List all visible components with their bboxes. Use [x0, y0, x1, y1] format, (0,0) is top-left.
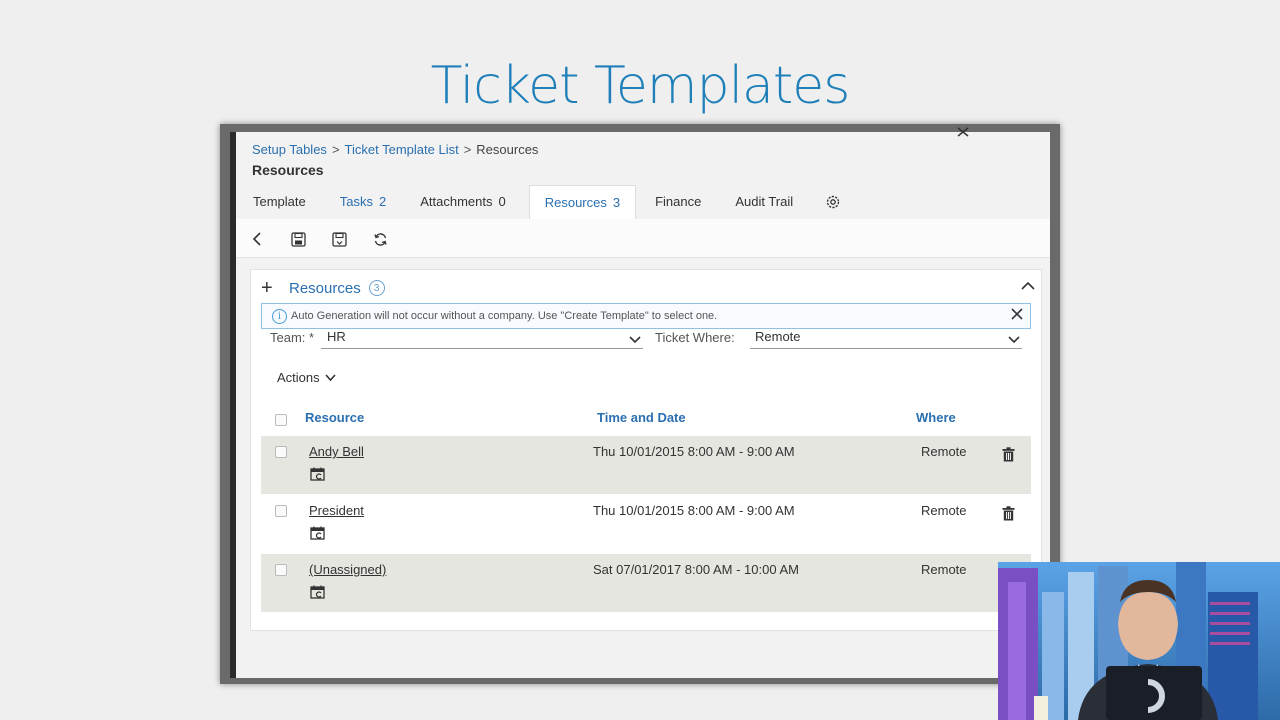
row-checkbox[interactable]	[275, 564, 287, 576]
breadcrumb-current: Resources	[476, 142, 539, 157]
panel-title: Resources	[289, 279, 361, 297]
tab-finance[interactable]: Finance	[644, 185, 712, 219]
chevron-down-icon	[325, 370, 336, 385]
count-badge: 3	[368, 280, 385, 296]
refresh-icon[interactable]	[369, 229, 391, 249]
breadcrumb: Setup Tables > Ticket Template List > Resour…	[252, 142, 538, 157]
tab-tasks[interactable]: Tasks 2	[329, 185, 397, 219]
trash-icon[interactable]	[1002, 447, 1015, 467]
tab-label: Template	[253, 194, 306, 209]
trash-icon[interactable]	[1002, 506, 1015, 526]
calendar-icon[interactable]	[310, 585, 325, 604]
save-icon[interactable]	[287, 229, 309, 249]
close-icon[interactable]	[1010, 307, 1024, 326]
info-banner: i Auto Generation will not occur without…	[261, 303, 1031, 329]
team-select[interactable]: HR	[321, 328, 643, 349]
table-row: (Unassigned) Sat 07/01/2017 8:00 AM - 10…	[261, 554, 1031, 612]
info-text: Auto Generation will not occur without a…	[291, 310, 718, 322]
app-window: Setup Tables > Ticket Template List > Resour…	[230, 132, 1050, 678]
breadcrumb-separator: >	[463, 142, 472, 157]
row-time: Thu 10/01/2015 8:00 AM - 9:00 AM	[593, 503, 795, 518]
tab-label: Tasks	[339, 194, 373, 209]
team-label: Team: *	[270, 330, 315, 345]
chevron-up-icon[interactable]	[1021, 278, 1035, 296]
tab-label: Attachments	[420, 194, 493, 209]
chevron-down-icon	[629, 332, 641, 347]
tab-count: 2	[378, 194, 387, 209]
gear-icon[interactable]	[816, 185, 850, 219]
actions-dropdown[interactable]: Actions	[277, 370, 336, 385]
save-as-icon[interactable]	[328, 229, 350, 249]
row-time: Sat 07/01/2017 8:00 AM - 10:00 AM	[593, 562, 799, 577]
back-arrow-icon[interactable]	[246, 229, 268, 249]
row-where: Remote	[921, 562, 967, 577]
calendar-icon[interactable]	[310, 467, 325, 486]
chevron-down-icon	[1008, 332, 1020, 347]
column-header-where[interactable]: Where	[916, 410, 956, 425]
tab-resources[interactable]: Resources 3	[528, 185, 637, 220]
resource-link[interactable]: (Unassigned)	[309, 562, 386, 577]
panel-header: + Resources 3	[261, 276, 385, 300]
tab-template[interactable]: Template	[242, 185, 317, 219]
info-icon: i	[272, 308, 287, 324]
ticket-where-value: Remote	[755, 329, 801, 344]
ticket-where-select[interactable]: Remote	[750, 328, 1022, 349]
tab-count: 0	[498, 194, 506, 209]
select-all-checkbox[interactable]	[275, 414, 287, 426]
tab-count: 3	[612, 195, 621, 210]
row-time: Thu 10/01/2015 8:00 AM - 9:00 AM	[593, 444, 795, 459]
row-where: Remote	[921, 444, 967, 459]
ticket-where-label: Ticket Where:	[655, 330, 735, 345]
resource-link[interactable]: Andy Bell	[309, 444, 364, 459]
column-header-resource[interactable]: Resource	[305, 410, 364, 425]
breadcrumb-ticket-template-list[interactable]: Ticket Template List	[345, 142, 459, 157]
tab-attachments[interactable]: Attachments 0	[409, 185, 517, 219]
slide-title: Ticket Templates	[430, 56, 851, 116]
team-select-value: HR	[327, 329, 346, 344]
tab-label: Resources	[544, 195, 607, 210]
table-row: President Thu 10/01/2015 8:00 AM - 9:00 …	[261, 495, 1031, 553]
plus-icon[interactable]: +	[261, 278, 279, 298]
close-icon[interactable]	[957, 124, 969, 140]
window-left-edge	[230, 132, 236, 678]
resource-link[interactable]: President	[309, 503, 364, 518]
tab-audit-trail[interactable]: Audit Trail	[724, 185, 804, 219]
tab-label: Audit Trail	[735, 194, 794, 209]
presenter-video	[998, 562, 1280, 720]
tab-label: Finance	[655, 194, 702, 209]
resources-panel: + Resources 3 i Auto Generation will not…	[250, 269, 1042, 631]
tab-bar: Template Tasks 2 Attachments 0 Resources 3 …	[242, 185, 850, 220]
breadcrumb-separator: >	[331, 142, 340, 157]
row-checkbox[interactable]	[275, 505, 287, 517]
calendar-icon[interactable]	[310, 526, 325, 545]
toolbar	[230, 219, 1050, 258]
column-header-time-and-date[interactable]: Time and Date	[597, 410, 686, 425]
table-row: Andy Bell Thu 10/01/2015 8:00 AM - 9:00 …	[261, 436, 1031, 494]
row-checkbox[interactable]	[275, 446, 287, 458]
row-where: Remote	[921, 503, 967, 518]
actions-label: Actions	[277, 370, 320, 385]
breadcrumb-setup-tables[interactable]: Setup Tables	[252, 142, 327, 157]
page-title: Resources	[252, 162, 324, 178]
